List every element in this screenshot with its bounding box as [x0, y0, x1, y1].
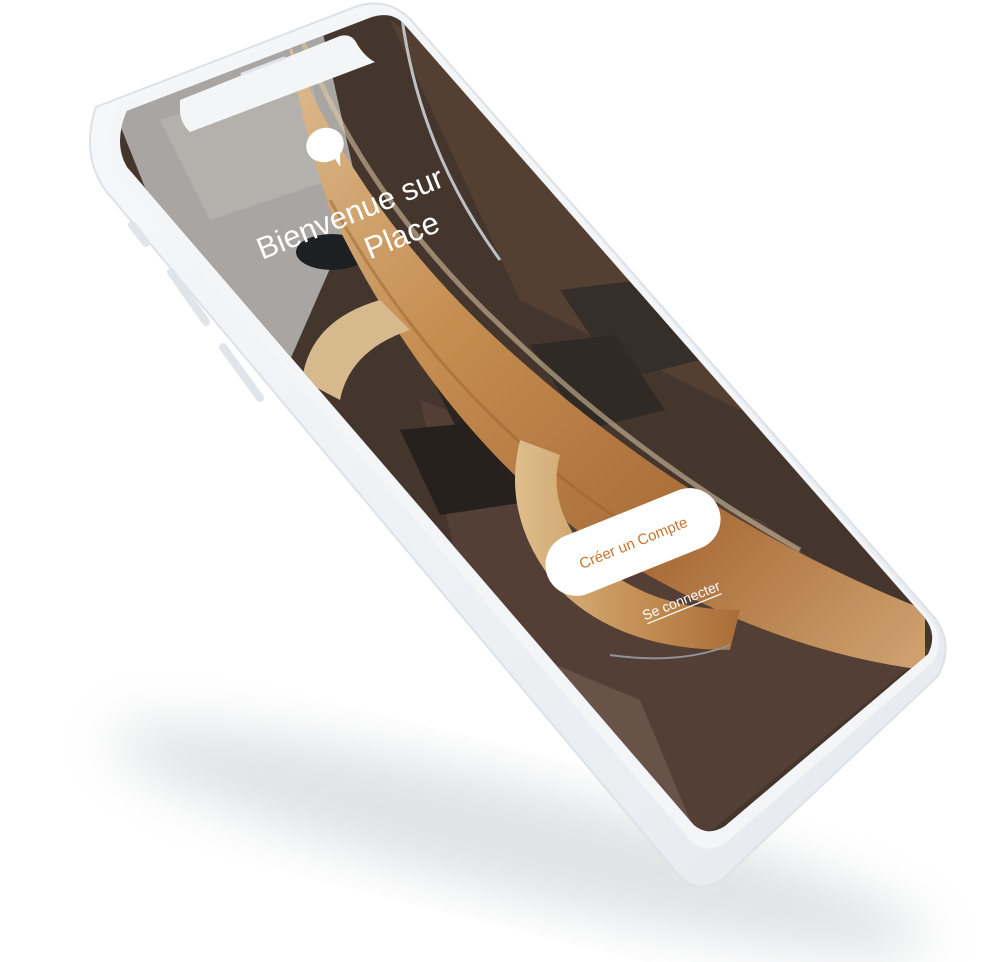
- mockup-stage: Bienvenue sur Place Créer un Compte Se c…: [0, 0, 992, 962]
- phone-mockup-scene: Bienvenue sur Place Créer un Compte Se c…: [88, 2, 947, 955]
